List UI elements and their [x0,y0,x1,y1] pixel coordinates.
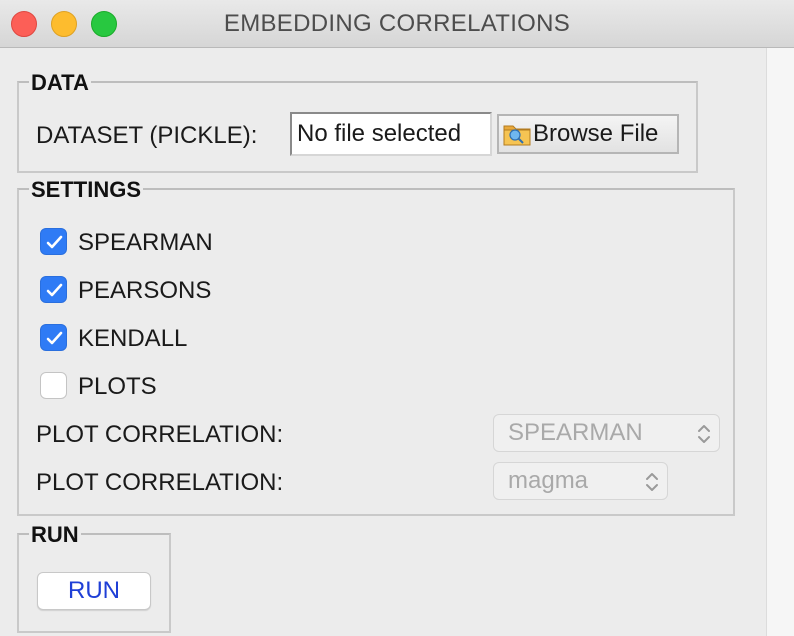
data-group-title: DATA [29,70,91,96]
plots-label: PLOTS [78,373,157,400]
plot-correlation-label: PLOT CORRELATION: [36,421,284,448]
file-path-field[interactable]: No file selected [290,112,492,156]
window-title: EMBEDDING CORRELATIONS [223,10,571,37]
chevron-updown-icon [698,425,710,443]
kendall-label: KENDALL [78,325,188,352]
plot-colormap-label: PLOT CORRELATION: [36,469,284,496]
title-bar: EMBEDDING CORRELATIONS [0,0,794,48]
pearsons-checkbox[interactable] [40,276,67,303]
dataset-label: DATASET (PICKLE): [36,122,258,149]
browse-file-label: Browse File [533,120,659,147]
plot-colormap-value: magma [508,467,589,494]
plot-correlation-select[interactable]: SPEARMAN [493,414,720,452]
pearsons-label: PEARSONS [78,277,212,304]
scrollbar-track [766,48,794,636]
chevron-updown-icon [646,473,658,491]
spearman-checkbox[interactable] [40,228,67,255]
checkmark-icon [46,331,63,345]
plots-checkbox[interactable] [40,372,67,399]
browse-file-button[interactable]: Browse File [497,114,679,154]
checkmark-icon [46,283,63,297]
plot-correlation-value: SPEARMAN [508,419,643,446]
run-group-title: RUN [29,522,81,548]
run-button[interactable]: RUN [37,572,151,610]
settings-group-title: SETTINGS [29,177,144,203]
checkmark-icon [46,235,63,249]
folder-icon [502,119,532,149]
spearman-label: SPEARMAN [78,229,213,256]
plot-colormap-select[interactable]: magma [493,462,668,500]
kendall-checkbox[interactable] [40,324,67,351]
